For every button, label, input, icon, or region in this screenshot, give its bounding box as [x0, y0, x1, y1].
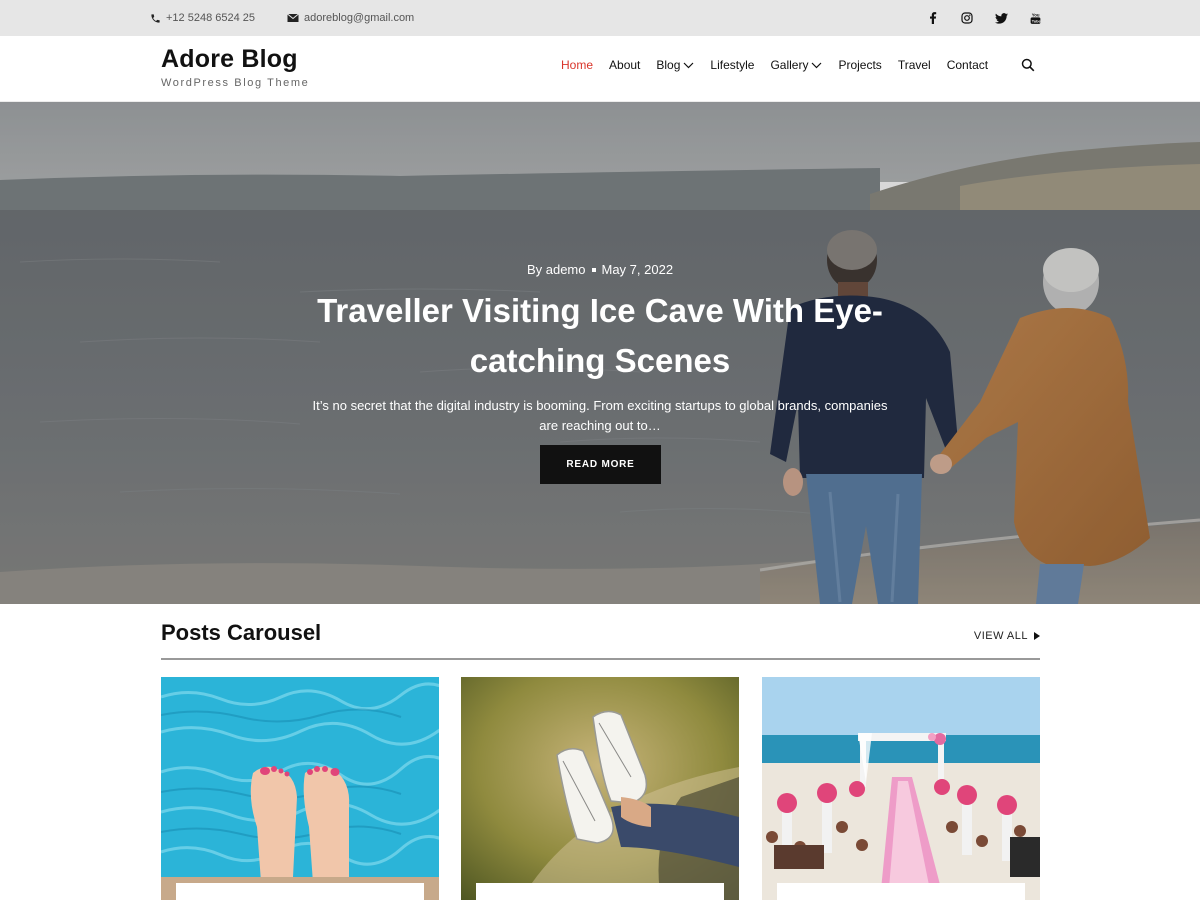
nav-item-label: Projects: [838, 58, 882, 72]
view-all-label: VIEW ALL: [973, 630, 1028, 642]
site-branding: Adore Blog WordPress Blog Theme: [161, 44, 309, 89]
social-links: You Tube: [926, 0, 1042, 36]
email-address: adoreblog@gmail.com: [304, 12, 415, 24]
chevron-down-icon: [812, 62, 822, 68]
hero-date[interactable]: May 7, 2022: [602, 262, 674, 277]
site-header: Adore Blog WordPress Blog Theme Home Abo…: [0, 36, 1200, 102]
youtube-icon[interactable]: You Tube: [1028, 11, 1042, 25]
nav-item-label: Lifestyle: [710, 58, 755, 72]
pool-feet-image: [161, 677, 439, 900]
top-bar: +12 5248 6524 25 adoreblog@gmail.com You…: [0, 0, 1200, 36]
nav-item-gallery[interactable]: Gallery: [770, 58, 822, 72]
svg-text:You: You: [1031, 12, 1039, 17]
chevron-down-icon: [683, 62, 694, 68]
carousel-card[interactable]: [161, 677, 439, 900]
posts-carousel-header: Posts Carousel VIEW ALL: [161, 616, 1040, 660]
envelope-icon: [287, 13, 299, 22]
phone-number: +12 5248 6524 25: [166, 12, 256, 24]
email-contact[interactable]: adoreblog@gmail.com: [287, 0, 414, 36]
read-more-button[interactable]: READ MORE: [540, 445, 661, 484]
nav-item-about[interactable]: About: [609, 58, 640, 72]
card-caption-panel: [476, 883, 724, 900]
beach-wedding-image: [762, 677, 1040, 900]
hero-author[interactable]: By ademo: [527, 262, 586, 277]
phone-icon: [151, 13, 160, 23]
phone-contact[interactable]: +12 5248 6524 25: [150, 0, 255, 36]
site-tagline: WordPress Blog Theme: [161, 77, 310, 89]
caret-right-icon: [1034, 632, 1040, 640]
hero-post-excerpt: It’s no secret that the digital industry…: [312, 398, 888, 433]
svg-text:Tube: Tube: [1031, 19, 1040, 23]
nav-item-travel[interactable]: Travel: [898, 58, 931, 72]
nav-item-label: Gallery: [770, 58, 809, 72]
carousel-card[interactable]: [762, 677, 1040, 900]
view-all-link[interactable]: VIEW ALL: [974, 630, 1040, 642]
carousel-card[interactable]: [461, 677, 739, 900]
section-title: Posts Carousel: [161, 620, 322, 645]
site-title[interactable]: Adore Blog: [161, 44, 309, 74]
main-navigation: Home About Blog Lifestyle Gallery Projec…: [561, 36, 1004, 94]
card-caption-panel: [777, 883, 1025, 900]
nav-item-home[interactable]: Home: [561, 58, 593, 72]
nav-item-lifestyle[interactable]: Lifestyle: [710, 58, 754, 72]
nav-item-projects[interactable]: Projects: [838, 58, 881, 72]
nav-item-label: Contact: [946, 58, 989, 72]
hero-post-meta: By ademo May 7, 2022: [0, 262, 1200, 277]
nav-item-label: Travel: [897, 58, 931, 72]
facebook-icon[interactable]: [926, 11, 940, 25]
card-caption-panel: [176, 883, 424, 900]
sneakers-image: [461, 677, 739, 900]
nav-item-label: Home: [561, 58, 594, 72]
meta-separator: [591, 267, 596, 272]
nav-item-blog[interactable]: Blog: [656, 58, 694, 72]
nav-item-contact[interactable]: Contact: [947, 58, 988, 72]
twitter-icon[interactable]: [994, 11, 1008, 25]
instagram-icon[interactable]: [960, 11, 974, 25]
search-icon[interactable]: [1021, 58, 1035, 72]
posts-carousel: [161, 677, 1040, 900]
nav-item-label: Blog: [656, 58, 681, 72]
nav-item-label: About: [609, 58, 641, 72]
hero-slider: By ademo May 7, 2022 Traveller Visiting I…: [0, 102, 1200, 604]
hero-post-title[interactable]: Traveller Visiting Ice Cave With Eye-cat…: [300, 286, 900, 386]
